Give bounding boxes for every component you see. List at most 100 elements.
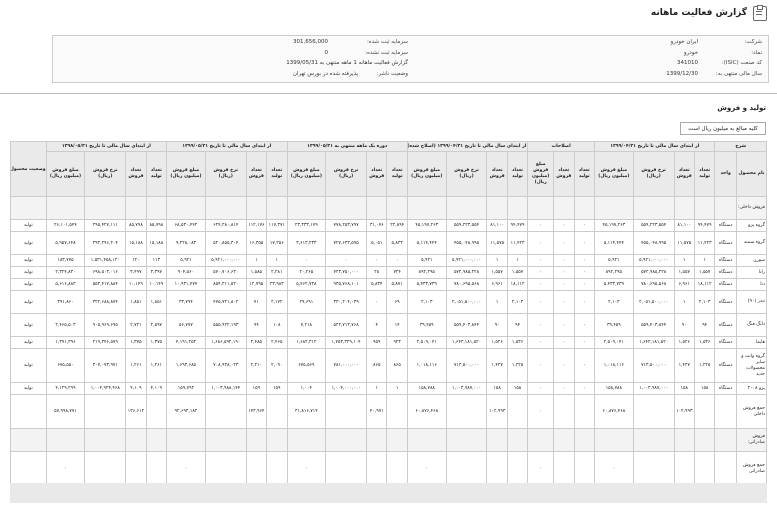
table-cell: ۰: [406, 451, 447, 486]
table-cell: ۰: [573, 336, 595, 349]
report-description: گزارش فعالیت ماهانه 1 ماهه منتهی به 1399…: [286, 60, 408, 66]
table-cell: ۹۰: [673, 313, 695, 337]
table-cell: دستگاه: [714, 254, 737, 267]
table-cell: ۷۸۱,۰۰۰,۰۰۰: [325, 348, 368, 383]
table-cell: ۸۵,۷۹۸: [125, 219, 147, 232]
table-cell: ۱۰۸: [266, 313, 288, 337]
table-cell: ۱: [486, 254, 508, 267]
table-cell: دستگاه: [714, 266, 737, 279]
table-cell: ۲,۳۲۴,۸۳۰: [45, 266, 86, 279]
table-cell: ۱۱۷,۳۷۱: [266, 219, 288, 232]
table-cell: ۱۵,۱۸۸: [125, 231, 147, 255]
table-cell: ۳۳۰,۲۰۴,۰۳۹: [325, 290, 368, 314]
row-label: فروش داخلی:: [735, 196, 768, 220]
table-cell: ۰: [527, 254, 555, 267]
table-cell: ۵۲۰,۸۵۵,۳۰۴: [204, 231, 247, 255]
table-cell: ۱۶,۳۵۵: [245, 231, 268, 255]
group-header: اصلاحات: [527, 141, 595, 152]
table-cell: ۰: [553, 278, 575, 291]
table-cell: [445, 394, 488, 429]
table-cell: ۴,۱۰۹: [125, 382, 147, 395]
table-cell: تولید: [10, 278, 47, 291]
table-cell: ۵,۸۷۱: [386, 278, 408, 291]
isic-label: کد صنعت (ISIC):: [721, 60, 762, 66]
table-cell: [673, 451, 695, 486]
column-header: نرخ فروش (ریال): [325, 151, 368, 197]
table-cell: ۱,۰۰۴: [286, 382, 327, 395]
table-cell: ۱,۵۲۶: [673, 336, 695, 349]
table-row: جمع فروش داخلی ۱۰۲,۹۹۳ ۶۰,۸۷۶,۴۶۸ ۰ ۱۰۲,۹۹۳ ۶…: [10, 394, 768, 429]
table-cell: ۱,۵۳۱,۴۵۸,۱۲۰: [84, 254, 127, 267]
unreg-capital-label: سرمایه ثبت نشده:: [365, 50, 408, 56]
table-cell: ۲۳,۳۳۳,۱۷۹: [286, 219, 327, 232]
isic-value: 341010: [677, 60, 698, 66]
table-cell: [693, 428, 716, 452]
table-cell: ۹۴: [506, 313, 529, 337]
table-cell: ۶۹: [386, 290, 408, 314]
table-cell: ۱۱,۵۷۵: [673, 231, 695, 255]
group-header: از ابتدای سال مالی تا تاریخ ۱۳۹۹/۰۴/۳۱: [593, 141, 716, 152]
table-cell: ۶,۹۶۱: [486, 278, 508, 291]
table-cell: ۵,۸۳۴: [366, 278, 388, 291]
table-cell: ۱,۰۰۴,۹۲۴,۴۶۸: [84, 382, 127, 395]
table-cell: ۳,۴۹۷: [125, 266, 147, 279]
table-cell: [573, 451, 595, 486]
group-header: وضعیت محصول واحد: [10, 141, 47, 197]
table-cell: ۹۰: [486, 313, 508, 337]
table-cell: ۱,۶۸۲,۳۱۲: [286, 336, 327, 349]
symbol-value: خودرو: [683, 50, 698, 56]
table-cell: ۰: [166, 451, 206, 486]
status-value: پذیرفته شده در بورس تهران: [292, 71, 358, 77]
table-cell: ۱۰,۱۴۹: [125, 278, 147, 291]
table-cell: ۱,۵۵۷: [506, 266, 529, 279]
table-cell: ۰: [527, 451, 555, 486]
column-header: تعداد فروش: [366, 151, 388, 197]
table-cell: [204, 196, 247, 220]
table-cell: [325, 394, 368, 429]
production-sales-table: شرح از ابتدای سال مالی تا تاریخ ۱۳۹۹/۰۴/۳…: [10, 141, 768, 486]
table-cell: ۱۸,۱۱۲: [693, 278, 716, 291]
table-cell: ۱: [266, 254, 288, 267]
table-cell: [386, 394, 408, 429]
table-cell: ۲۲,۸۹۴: [386, 219, 408, 232]
unit-note: کلیه مبالغ به میلیون ریال است: [680, 122, 766, 135]
table-cell: ۹,۲۲۸,۰۸۳: [166, 231, 206, 255]
table-cell: ۰: [553, 313, 575, 337]
table-cell: ۱,۲۲۵: [693, 348, 716, 383]
table-cell: تولید: [10, 266, 47, 279]
table-cell: ۱۵۸: [673, 382, 695, 395]
table-cell: [145, 394, 168, 429]
title-bar: گزارش فعالیت ماهانه: [0, 0, 777, 26]
table-cell: [553, 428, 575, 452]
table-cell: ۰: [527, 290, 555, 314]
table-cell: ۱,۰۱۸,۱۱۶: [593, 348, 634, 383]
table-cell: ۸۱,۱۰۰: [673, 219, 695, 232]
table-cell: ۳,۶۱۳,۲۳۳: [286, 231, 327, 255]
clipboard-icon: [753, 4, 767, 21]
table-cell: ۲,۱۰۳: [693, 290, 716, 314]
table-cell: [386, 428, 408, 452]
table-cell: [632, 394, 675, 429]
table-cell: ۵,۹۲۱: [166, 254, 206, 267]
row-label: رانا: [735, 266, 768, 279]
table-cell: دستگاه: [714, 382, 737, 395]
table-cell: [573, 394, 595, 429]
table-cell: ۵۵۵,۹۲۲,۱۹۳: [204, 313, 247, 337]
table-cell: ۸۹۲,۲۹۵: [593, 266, 634, 279]
table-cell: ۱: [386, 382, 408, 395]
group-header: از ابتدای سال مالی تا تاریخ ۱۳۹۸/۰۵/۳۱: [45, 141, 168, 152]
table-cell: [84, 451, 127, 486]
table-cell: ۰: [527, 231, 555, 255]
table-cell: ۲۹۵,۴۲۷,۱۱۱: [84, 219, 127, 232]
table-cell: ۲,۴۶۵: [266, 336, 288, 349]
table-cell: [406, 428, 447, 452]
column-header: تعداد فروش: [486, 151, 508, 197]
table-cell: ۵,۴۳۳,۷۳۹: [406, 278, 447, 291]
table-cell: ۱,۲۲۵: [506, 348, 529, 383]
fiscal-label: سال مالی منتهی به:: [715, 71, 762, 77]
table-cell: [366, 196, 388, 220]
table-cell: [84, 428, 127, 452]
table-cell: ۹۴: [245, 313, 268, 337]
table-cell: [266, 451, 288, 486]
table-cell: ۰: [573, 278, 595, 291]
